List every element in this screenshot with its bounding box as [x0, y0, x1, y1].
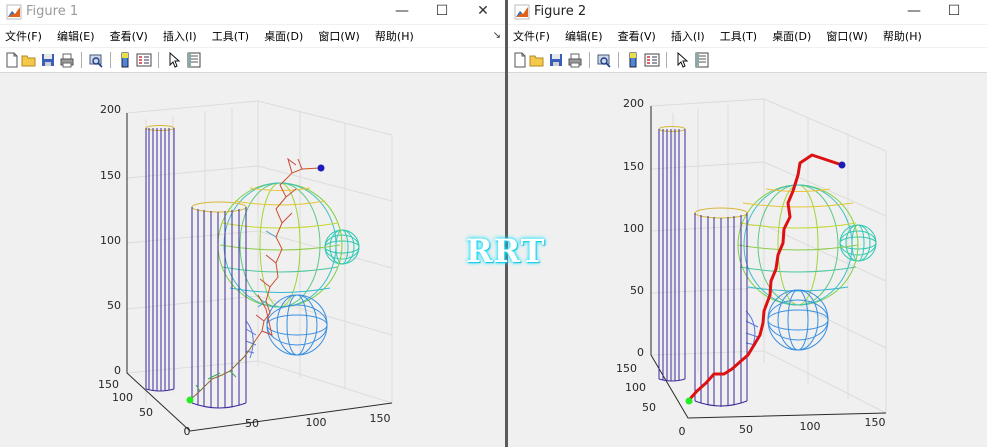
toolbar-separator — [589, 52, 590, 68]
minimize-button[interactable]: — — [380, 0, 424, 24]
toolbar-separator — [110, 52, 111, 68]
z-tick: 150 — [100, 169, 121, 182]
menu-help[interactable]: 帮助(H) — [878, 26, 927, 48]
menu-view[interactable]: 查看(V) — [105, 26, 153, 48]
menu-desktop[interactable]: 桌面(D) — [259, 26, 308, 48]
y-tick: 50 — [139, 406, 153, 419]
final-path — [687, 153, 843, 401]
save-icon[interactable] — [548, 52, 564, 68]
start-point — [186, 396, 194, 404]
menu-view[interactable]: 查看(V) — [613, 26, 661, 48]
menu-insert[interactable]: 插入(I) — [158, 26, 202, 48]
axes-3d[interactable]: 200 150 100 50 0 150 100 50 0 50 100 150 — [508, 73, 987, 447]
x-tick: 0 — [679, 425, 686, 438]
colorbar-icon[interactable] — [625, 52, 641, 68]
titlebar[interactable]: Figure 1 — ☐ ✕ — [0, 0, 505, 24]
matlab-icon — [6, 4, 22, 20]
z-tick: 200 — [623, 97, 644, 110]
z-tick: 100 — [100, 234, 121, 247]
x-tick: 100 — [800, 420, 821, 433]
axis-lines — [650, 106, 887, 419]
obstacle-cylinder-tall — [145, 125, 175, 392]
start-point — [685, 397, 693, 405]
toolbar-separator — [666, 52, 667, 68]
toolbar-separator — [81, 52, 82, 68]
menu-window[interactable]: 窗口(W) — [313, 26, 364, 48]
matlab-icon — [514, 4, 530, 20]
y-tick: 150 — [616, 362, 637, 375]
menu-file[interactable]: 文件(F) — [508, 26, 555, 48]
maximize-button[interactable]: ☐ — [932, 0, 976, 24]
axes-3d[interactable]: 200 150 100 50 0 150 100 50 0 50 100 150 — [0, 73, 505, 447]
obstacle-cylinder-tall — [658, 126, 686, 382]
print-icon[interactable] — [59, 52, 75, 68]
menu-edit[interactable]: 编辑(E) — [560, 26, 608, 48]
menu-tools[interactable]: 工具(T) — [715, 26, 762, 48]
toolbar — [0, 48, 505, 73]
x-tick: 150 — [865, 416, 886, 429]
goal-point — [317, 164, 325, 172]
pointer-icon[interactable] — [166, 52, 182, 68]
goal-point — [838, 161, 846, 169]
y-tick: 50 — [642, 401, 656, 414]
menu-window[interactable]: 窗口(W) — [821, 26, 872, 48]
x-tick: 50 — [245, 417, 259, 430]
menu-help[interactable]: 帮助(H) — [370, 26, 419, 48]
open-folder-icon[interactable] — [21, 52, 37, 68]
new-file-icon[interactable] — [512, 52, 528, 68]
close-button[interactable]: ✕ — [461, 0, 505, 24]
menu-insert[interactable]: 插入(I) — [666, 26, 710, 48]
obstacle-sphere-blue — [767, 289, 829, 351]
menu-overflow-icon[interactable]: ↘ — [493, 30, 501, 41]
new-file-icon[interactable] — [4, 52, 20, 68]
menu-file[interactable]: 文件(F) — [0, 26, 47, 48]
colorbar-icon[interactable] — [117, 52, 133, 68]
obstacle-cylinder-wide — [694, 207, 748, 407]
menubar: 文件(F) 编辑(E) 查看(V) 插入(I) 工具(T) 桌面(D) 窗口(W… — [508, 25, 987, 47]
menu-edit[interactable]: 编辑(E) — [52, 26, 100, 48]
x-tick: 100 — [306, 416, 327, 429]
x-tick: 0 — [184, 425, 191, 438]
print-icon[interactable] — [567, 52, 583, 68]
print-preview-icon[interactable] — [88, 52, 104, 68]
minimize-button[interactable]: — — [892, 0, 936, 24]
x-tick: 50 — [739, 423, 753, 436]
save-icon[interactable] — [40, 52, 56, 68]
z-tick: 150 — [623, 160, 644, 173]
z-tick: 50 — [630, 284, 644, 297]
y-tick: 150 — [98, 378, 119, 391]
figure-window-2: Figure 2 — ☐ 文件(F) 编辑(E) 查看(V) 插入(I) 工具(… — [508, 0, 987, 447]
property-inspector-icon[interactable] — [186, 52, 202, 68]
y-tick: 100 — [625, 381, 646, 394]
toolbar-separator — [618, 52, 619, 68]
toolbar-separator — [158, 52, 159, 68]
toolbar — [508, 48, 987, 73]
legend-icon[interactable] — [136, 52, 152, 68]
z-tick: 200 — [100, 103, 121, 116]
pointer-icon[interactable] — [674, 52, 690, 68]
z-tick: 50 — [107, 299, 121, 312]
axis-lines — [126, 113, 393, 432]
window-title: Figure 1 — [26, 4, 79, 19]
maximize-button[interactable]: ☐ — [420, 0, 464, 24]
menubar: 文件(F) 编辑(E) 查看(V) 插入(I) 工具(T) 桌面(D) 窗口(W… — [0, 25, 505, 47]
open-folder-icon[interactable] — [529, 52, 545, 68]
menu-tools[interactable]: 工具(T) — [207, 26, 254, 48]
x-tick: 150 — [370, 412, 391, 425]
figure-window-1: Figure 1 — ☐ ✕ 文件(F) 编辑(E) 查看(V) 插入(I) 工… — [0, 0, 505, 447]
z-tick: 0 — [114, 364, 121, 377]
window-title: Figure 2 — [534, 4, 587, 19]
overlay-label: RRT — [466, 232, 546, 270]
z-tick: 0 — [637, 346, 644, 359]
y-tick: 100 — [112, 391, 133, 404]
print-preview-icon[interactable] — [596, 52, 612, 68]
menu-desktop[interactable]: 桌面(D) — [767, 26, 816, 48]
legend-icon[interactable] — [644, 52, 660, 68]
property-inspector-icon[interactable] — [694, 52, 710, 68]
z-tick: 100 — [623, 222, 644, 235]
titlebar[interactable]: Figure 2 — ☐ — [508, 0, 987, 24]
